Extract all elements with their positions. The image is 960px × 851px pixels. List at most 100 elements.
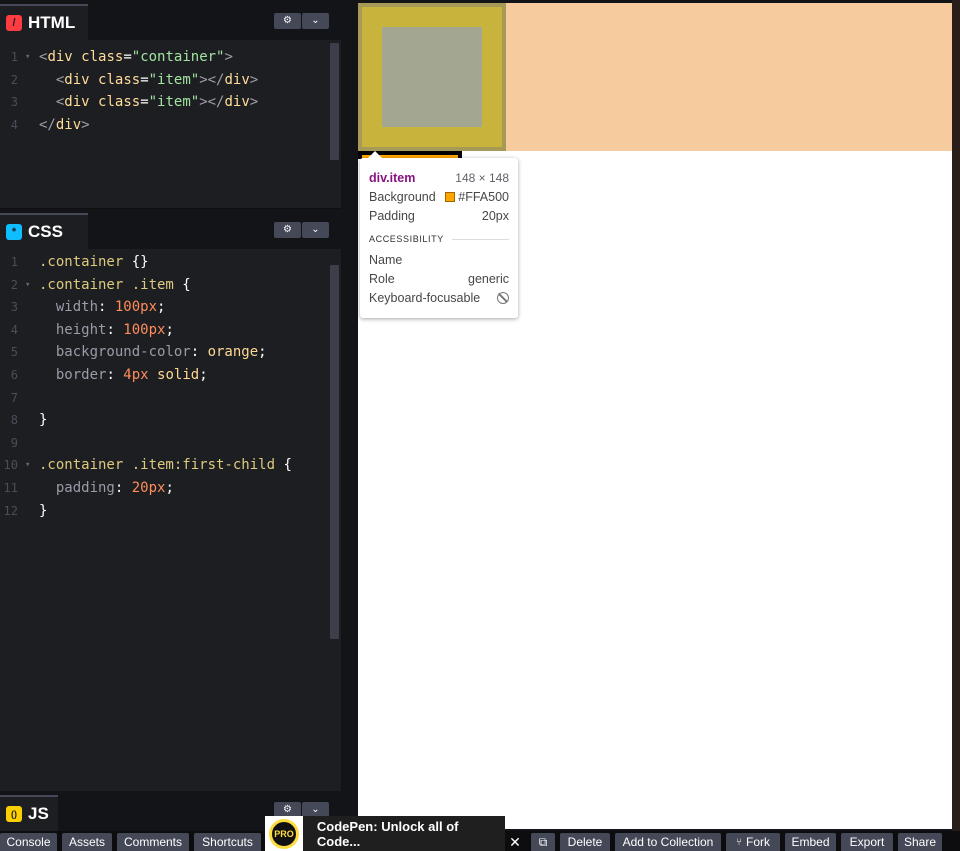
fold-arrow-icon[interactable]: ▾ bbox=[25, 454, 30, 477]
assets-button[interactable]: Assets bbox=[62, 833, 112, 851]
shortcuts-button[interactable]: Shortcuts bbox=[194, 833, 261, 851]
css-scrollbar[interactable] bbox=[330, 265, 339, 639]
js-language-icon: () bbox=[6, 806, 22, 822]
code-token: ; bbox=[258, 344, 267, 361]
code-line: 8} bbox=[0, 409, 341, 432]
window-edge bbox=[952, 0, 960, 831]
code-text: <div class="item"></div> bbox=[39, 69, 258, 92]
open-external-icon[interactable]: ⧉ bbox=[531, 833, 555, 851]
code-line: 10 ▾ .container .item:first-child { bbox=[0, 454, 341, 477]
line-number: 1 bbox=[10, 50, 18, 64]
code-token: div bbox=[47, 49, 73, 65]
code-line: 2 <div class="item"></div> bbox=[0, 69, 341, 92]
code-token: = bbox=[123, 49, 132, 65]
code-text: .container {} bbox=[39, 251, 149, 274]
tooltip-element-name: div.item bbox=[369, 170, 416, 185]
code-token: ; bbox=[165, 321, 174, 338]
code-line: 12} bbox=[0, 500, 341, 523]
code-token: > bbox=[81, 116, 90, 133]
code-token: { bbox=[275, 457, 292, 474]
preview-container-element bbox=[358, 3, 952, 151]
preview-pane[interactable] bbox=[358, 3, 952, 829]
pro-promo-banner[interactable]: PRO CodePen: Unlock all of Code... bbox=[265, 816, 505, 851]
code-line: 1 ▾ <div class="container"> bbox=[0, 46, 341, 69]
close-promo-icon[interactable]: ✕ bbox=[505, 835, 525, 851]
preview-first-item[interactable] bbox=[358, 3, 506, 151]
code-token: border bbox=[55, 366, 107, 383]
code-token: div bbox=[55, 116, 82, 133]
line-number: 4 bbox=[10, 322, 18, 337]
code-token: background-color bbox=[55, 344, 191, 361]
code-token: .container .item bbox=[39, 276, 174, 293]
code-text: padding: 20px; bbox=[39, 477, 174, 500]
code-token: : bbox=[106, 366, 124, 383]
line-number: 9 bbox=[10, 435, 18, 450]
code-token: .container bbox=[39, 254, 124, 270]
css-panel-tab[interactable]: * CSS bbox=[0, 213, 88, 249]
fork-button[interactable]: ⑂ Fork bbox=[726, 833, 780, 851]
html-panel-tab[interactable]: / HTML bbox=[0, 4, 88, 40]
code-token: padding bbox=[55, 479, 115, 496]
comments-button[interactable]: Comments bbox=[117, 833, 189, 851]
delete-button[interactable]: Delete bbox=[560, 833, 610, 851]
css-panel-header: * CSS ⚙ ⌄ bbox=[0, 209, 341, 249]
share-button[interactable]: Share bbox=[898, 833, 942, 851]
line-number: 7 bbox=[10, 390, 18, 405]
console-button[interactable]: Console bbox=[0, 833, 57, 851]
fold-arrow-icon[interactable]: ▾ bbox=[25, 274, 30, 297]
css-editor-panel: * CSS ⚙ ⌄ 1 .container {} 2 ▾ .container .it… bbox=[0, 208, 341, 791]
fork-label: Fork bbox=[746, 835, 770, 849]
html-collapse-chevron-down-icon[interactable]: ⌄ bbox=[302, 13, 329, 29]
html-settings-gear-icon[interactable]: ⚙ bbox=[274, 13, 301, 29]
code-token: : bbox=[114, 479, 132, 496]
line-number: 12 bbox=[3, 503, 18, 518]
tooltip-role-value: generic bbox=[468, 271, 509, 286]
code-line: 11 padding: 20px; bbox=[0, 477, 341, 500]
code-line: 6 border: 4px solid; bbox=[0, 364, 341, 387]
code-token: width bbox=[55, 299, 99, 316]
add-to-collection-button[interactable]: Add to Collection bbox=[615, 833, 721, 851]
css-code-area[interactable]: 1 .container {} 2 ▾ .container .item {3 widt… bbox=[0, 249, 341, 522]
line-number: 6 bbox=[10, 367, 18, 382]
embed-button[interactable]: Embed bbox=[785, 833, 836, 851]
code-token: solid bbox=[157, 366, 200, 383]
css-settings-gear-icon[interactable]: ⚙ bbox=[274, 222, 301, 238]
tooltip-focusable-row: Keyboard-focusable bbox=[369, 288, 509, 307]
code-token: 100px bbox=[114, 299, 158, 316]
tooltip-background-label: Background bbox=[369, 189, 436, 204]
html-scrollbar[interactable] bbox=[330, 43, 339, 160]
code-token: 100px bbox=[123, 321, 166, 338]
html-code-area[interactable]: 1 ▾ <div class="container"> 2 <div class="i… bbox=[0, 40, 341, 136]
html-panel-title: HTML bbox=[28, 13, 76, 32]
js-panel-tab[interactable]: () JS bbox=[0, 795, 58, 831]
css-collapse-chevron-down-icon[interactable]: ⌄ bbox=[302, 222, 329, 238]
code-token: class bbox=[98, 71, 141, 88]
code-token: 20px bbox=[131, 479, 166, 496]
css-panel-title: CSS bbox=[28, 222, 63, 241]
export-button[interactable]: Export bbox=[841, 833, 893, 851]
code-token: {} bbox=[123, 254, 149, 270]
code-token: div bbox=[64, 94, 90, 111]
code-token: div bbox=[64, 71, 90, 88]
tooltip-name-label: Name bbox=[369, 252, 403, 267]
tooltip-background-value-wrap: #FFA500 bbox=[445, 190, 509, 204]
tooltip-header: div.item 148 × 148 bbox=[369, 168, 509, 187]
code-line: 3 <div class="item"></div> bbox=[0, 91, 341, 114]
code-text: background-color: orange; bbox=[39, 341, 267, 364]
code-token: : bbox=[98, 299, 115, 316]
code-text: height: 100px; bbox=[39, 319, 174, 342]
code-text: width: 100px; bbox=[39, 296, 166, 319]
line-number: 11 bbox=[3, 480, 18, 495]
line-number: 3 bbox=[10, 300, 18, 315]
fold-arrow-icon[interactable]: ▾ bbox=[25, 46, 30, 69]
tooltip-accessibility-heading: ACCESSIBILITY bbox=[369, 234, 509, 244]
not-focusable-icon bbox=[497, 291, 509, 304]
tooltip-role-row: Role generic bbox=[369, 269, 509, 288]
line-number: 2 bbox=[10, 72, 18, 87]
